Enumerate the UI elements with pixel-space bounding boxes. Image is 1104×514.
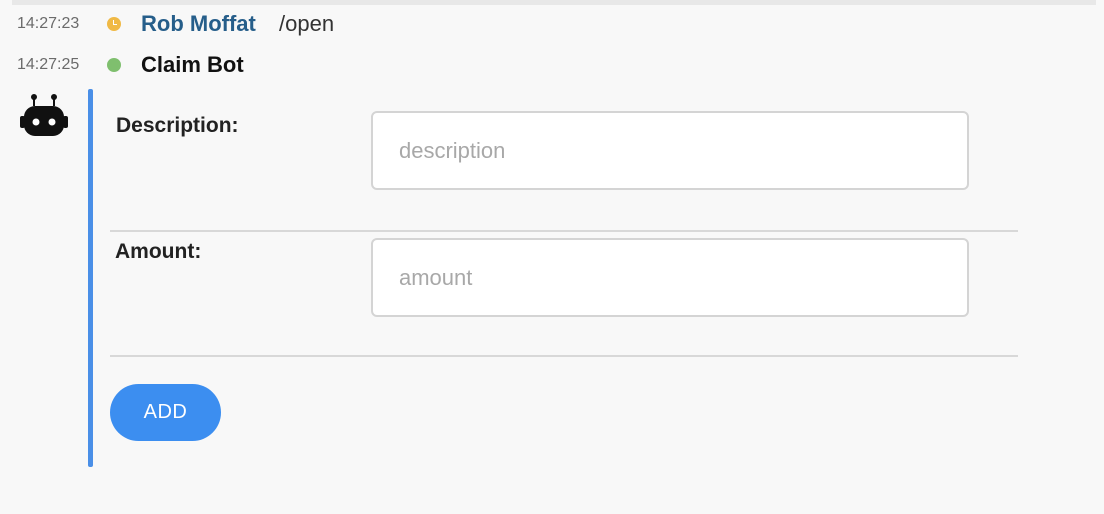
- sender-name[interactable]: Claim Bot: [141, 52, 244, 78]
- attachment-accent-bar: [88, 89, 93, 467]
- add-button[interactable]: ADD: [110, 384, 221, 441]
- away-status-icon: [107, 17, 121, 31]
- amount-label: Amount:: [115, 240, 202, 263]
- online-status-icon: [107, 58, 121, 72]
- form-divider: [110, 355, 1018, 357]
- message-timestamp: 14:27:23: [17, 15, 80, 32]
- description-label: Description:: [116, 114, 239, 137]
- sender-name[interactable]: Rob Moffat: [141, 11, 256, 37]
- message-row-1: 14:27:23 Rob Moffat /open: [0, 10, 1104, 38]
- message-text: /open: [279, 11, 335, 36]
- robot-icon: [20, 94, 68, 136]
- message-row-2: 14:27:25 Claim Bot: [0, 51, 1104, 79]
- description-input[interactable]: [371, 111, 969, 190]
- message-timestamp: 14:27:25: [17, 56, 80, 73]
- form-divider: [110, 230, 1018, 232]
- amount-input[interactable]: [371, 238, 969, 317]
- top-divider: [12, 0, 1096, 5]
